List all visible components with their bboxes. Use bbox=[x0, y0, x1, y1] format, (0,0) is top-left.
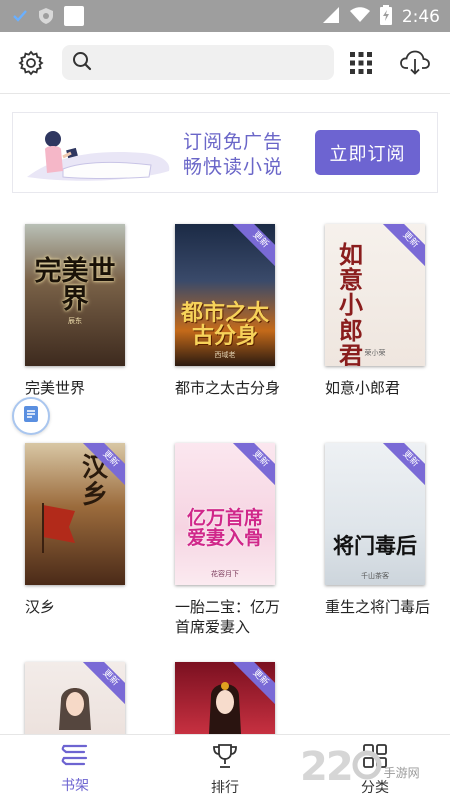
book-cover[interactable]: 如意小郎君 荣小荣 更新 bbox=[325, 224, 425, 366]
nav-bookshelf[interactable]: 书架 bbox=[35, 743, 115, 795]
top-toolbar bbox=[0, 32, 450, 94]
book-title: 如意小郎君 bbox=[325, 379, 401, 397]
cover-author: 辰东 bbox=[68, 317, 82, 325]
cover-author: 西域老 bbox=[214, 351, 236, 359]
book-item[interactable]: 亿万首席爱妻入骨 花容月下 更新 一胎二宝：亿万首席爱妻入 bbox=[175, 443, 295, 637]
book-title: 一胎二宝：亿万首席爱妻入 bbox=[175, 598, 281, 636]
red-flag-illustration bbox=[39, 503, 79, 553]
cover-portrait-illustration bbox=[205, 678, 245, 742]
search-icon bbox=[72, 51, 92, 75]
book-item[interactable]: 完美世界 辰东 完美世界 bbox=[25, 224, 145, 398]
reading-woman-illustration bbox=[23, 119, 173, 187]
app-notification-icon bbox=[64, 6, 84, 30]
search-bar[interactable] bbox=[62, 45, 334, 80]
book-title: 都市之太古分身 bbox=[175, 379, 281, 397]
banner-line-1: 订阅免广告 bbox=[183, 131, 284, 153]
update-badge: 更新 bbox=[382, 224, 425, 269]
book-title: 重生之将门毒后 bbox=[325, 598, 431, 616]
update-badge: 更新 bbox=[232, 224, 275, 269]
cover-author: 荣小荣 bbox=[364, 349, 386, 357]
book-cover[interactable]: 亿万首席爱妻入骨 花容月下 更新 bbox=[175, 443, 275, 585]
floating-document-button[interactable] bbox=[12, 397, 50, 435]
book-item[interactable]: 如意小郎君 荣小荣 更新 如意小郎君 bbox=[325, 224, 445, 398]
trophy-icon bbox=[211, 744, 239, 773]
book-item[interactable]: 都市之太古分身 西域老 更新 都市之太古分身 bbox=[175, 224, 295, 398]
watermark-number: 22 bbox=[300, 744, 354, 790]
check-notification-icon bbox=[12, 8, 28, 28]
bookshelf-icon bbox=[61, 744, 89, 771]
shield-notification-icon bbox=[38, 7, 54, 29]
grid-view-icon[interactable] bbox=[344, 46, 378, 80]
signal-icon bbox=[322, 6, 340, 28]
nav-ranking[interactable]: 排行 bbox=[185, 743, 265, 797]
banner-message: 订阅免广告 畅快读小说 bbox=[183, 130, 283, 180]
book-item[interactable]: 汉乡 更新 汉乡 bbox=[25, 443, 145, 617]
book-title: 完美世界 bbox=[25, 379, 86, 397]
book-cover[interactable]: 都市之太古分身 西域老 更新 bbox=[175, 224, 275, 366]
cover-author: 千山茶客 bbox=[361, 572, 389, 580]
book-item[interactable]: 将门毒后 千山茶客 更新 重生之将门毒后 bbox=[325, 443, 445, 617]
update-badge: 更新 bbox=[382, 443, 425, 488]
status-bar: 2:46 bbox=[0, 0, 450, 32]
nav-label: 书架 bbox=[61, 778, 89, 794]
document-icon bbox=[23, 405, 39, 427]
cover-title: 完美世界 bbox=[34, 256, 116, 316]
subscribe-now-button[interactable]: 立即订阅 bbox=[315, 130, 420, 175]
banner-line-2: 畅快读小说 bbox=[183, 156, 284, 178]
cloud-download-icon[interactable] bbox=[398, 46, 432, 80]
site-watermark: 22 手游网 bbox=[300, 744, 420, 790]
cover-author: 花容月下 bbox=[211, 570, 239, 578]
book-title: 汉乡 bbox=[25, 598, 56, 616]
watermark-text: 手游网 bbox=[383, 765, 420, 780]
cover-title: 都市之太古分身 bbox=[180, 300, 269, 350]
update-badge: 更新 bbox=[232, 443, 275, 488]
status-time: 2:46 bbox=[401, 7, 440, 27]
book-cover[interactable]: 完美世界 辰东 bbox=[25, 224, 125, 366]
book-cover[interactable]: 汉乡 更新 bbox=[25, 443, 125, 585]
battery-icon bbox=[379, 5, 392, 29]
book-cover[interactable]: 将门毒后 千山茶客 更新 bbox=[325, 443, 425, 585]
watermark-logo-icon bbox=[352, 750, 382, 784]
subscribe-banner: 订阅免广告 畅快读小说 立即订阅 bbox=[12, 112, 438, 193]
nav-label: 排行 bbox=[211, 780, 239, 796]
cover-title: 亿万首席爱妻入骨 bbox=[186, 507, 263, 549]
settings-gear-icon[interactable] bbox=[14, 46, 48, 80]
wifi-icon bbox=[349, 7, 370, 27]
cover-title: 将门毒后 bbox=[333, 533, 417, 558]
search-input[interactable] bbox=[100, 54, 320, 71]
